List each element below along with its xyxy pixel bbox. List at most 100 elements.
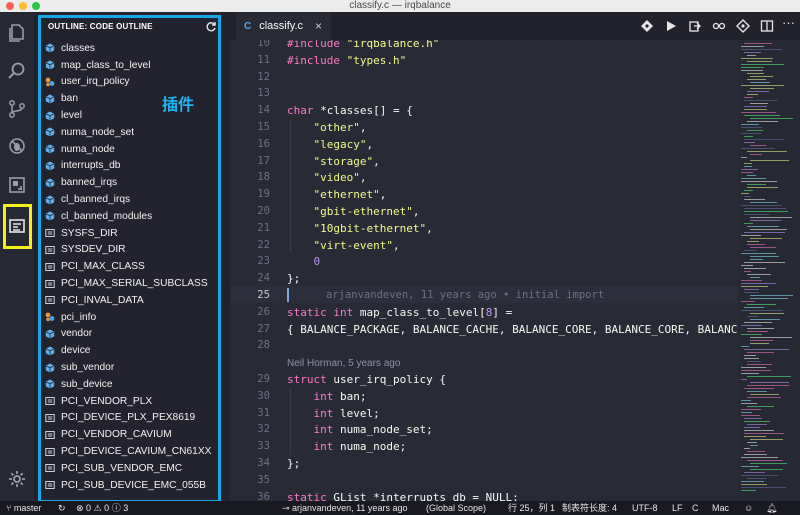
open-changes-icon[interactable] [688,19,702,33]
outline-item[interactable]: interrupts_db [45,158,215,175]
line-number: 17 [257,154,270,167]
minimap-line [750,394,779,395]
blame-status[interactable]: ⊸ arjanvandeven, 11 years ago [282,502,407,514]
scope-status[interactable]: (Global Scope) [426,502,486,514]
minimap-line [741,415,760,416]
outline-item[interactable]: pci_info [45,309,215,326]
run-icon[interactable] [664,19,678,33]
eol-status[interactable]: LF [672,502,683,514]
window-title: classify.c — irqbalance [349,0,451,11]
language-status[interactable]: C [692,502,699,514]
minimap-line [741,127,762,128]
minimap-line [744,190,753,191]
code-token: , [392,238,400,252]
feedback-icon[interactable]: ☺ [744,502,753,514]
minimap-line [741,367,766,368]
outline-item[interactable]: PCI_VENDOR_PLX [45,393,215,410]
minimap-line [744,211,788,212]
outline-item[interactable]: numa_node_set [45,124,215,141]
platform-status[interactable]: Mac [712,502,729,514]
debug-icon[interactable] [5,134,29,158]
outline-item[interactable]: SYSFS_DIR [45,225,215,242]
outline-item[interactable]: banned_irqs [45,174,215,191]
gear-icon[interactable] [5,467,29,491]
constant-icon [45,413,55,423]
outline-item[interactable]: PCI_INVAL_DATA [45,292,215,309]
source-control-icon[interactable] [5,97,29,121]
constant-icon [45,295,55,305]
sync-icon[interactable]: ↻ [58,502,66,514]
git-lens-icon[interactable] [736,19,750,33]
outline-item[interactable]: PCI_MAX_CLASS [45,258,215,275]
explorer-icon[interactable] [5,21,29,45]
close-icon[interactable]: × [315,19,322,33]
more-actions-icon[interactable]: ··· [782,15,796,30]
outline-item[interactable]: sub_vendor [45,359,215,376]
search-icon[interactable] [5,59,29,83]
outline-item[interactable]: PCI_DEVICE_CAVIUM_CN61XX [45,443,215,460]
minimap-line [744,436,766,437]
tab-size-status[interactable]: 制表符长度: 4 [562,502,617,514]
code-line: 0 [287,255,321,268]
code-token: "storage" [313,154,374,168]
outline-item[interactable]: classes [45,40,215,57]
minimap-line [747,244,765,245]
branch-status[interactable]: ⑂ master [6,502,41,514]
outline-item-label: banned_irqs [61,177,118,189]
git-compare-icon[interactable] [640,19,654,33]
constant-icon [45,480,55,490]
minimap-line [750,319,780,320]
minimap[interactable] [738,40,800,501]
extensions-icon[interactable] [5,173,29,197]
code-line: "gbit-ethernet", [287,205,420,218]
split-editor-icon[interactable] [760,19,774,33]
encoding-status[interactable]: UTF-8 [632,502,658,514]
minimap-line [744,52,761,53]
minimap-line [747,151,787,152]
minimap-line [741,346,749,347]
notifications-icon[interactable]: 🔔︎ [766,502,777,514]
minimap-line [750,145,766,146]
minimap-line [741,379,747,380]
tab-classify-c[interactable]: C classify.c × [236,12,331,40]
outline-item[interactable]: user_irq_policy [45,74,215,91]
outline-item[interactable]: cl_banned_irqs [45,191,215,208]
constant-icon [45,245,55,255]
compare-icon[interactable] [712,19,726,33]
refresh-icon[interactable] [205,21,217,33]
minimap-line [741,205,782,206]
minimap-line [750,439,783,440]
outline-item[interactable]: SYSDEV_DIR [45,242,215,259]
minimap-line [741,70,763,71]
outline-item[interactable]: device [45,342,215,359]
outline-item-label: PCI_MAX_CLASS [61,261,145,273]
variable-icon [45,195,55,205]
code-token: int [313,406,340,420]
minimap-line [747,61,772,62]
outline-item[interactable]: PCI_VENDOR_CAVIUM [45,426,215,443]
code-editor[interactable]: 10 #include "irqbalance.h" 11 #include "typ… [230,40,738,501]
problems-status[interactable]: ⊗ 0 ⚠ 0 ⓘ 3 [76,502,128,514]
outline-item[interactable]: PCI_SUB_DEVICE_EMC_055B [45,477,215,494]
code-token: static int [287,305,360,319]
outline-item[interactable]: PCI_DEVICE_PLX_PEX8619 [45,410,215,427]
line-number: 33 [257,440,270,453]
outline-item[interactable]: PCI_MAX_SERIAL_SUBCLASS [45,275,215,292]
outline-item[interactable]: numa_node [45,141,215,158]
outline-item[interactable]: map_class_to_level [45,57,215,74]
code-token: "gbit-ethernet" [313,205,413,218]
outline-item[interactable]: vendor [45,326,215,343]
minimap-line [741,310,783,311]
minimap-line [747,91,769,92]
field-icon [45,127,55,137]
line-number: 14 [257,104,270,117]
outline-item[interactable]: cl_banned_modules [45,208,215,225]
outline-item[interactable]: sub_device [45,376,215,393]
outline-header: OUTLINE: CODE OUTLINE [48,22,153,31]
code-token: numa_node_set; [340,423,433,437]
outline-item[interactable]: PCI_SUB_VENDOR_EMC [45,460,215,477]
codelens-author[interactable]: Neil Horman, 5 years ago [287,358,400,369]
cursor-position[interactable]: 行 25，列 1 [508,502,555,514]
code-token: ban; [340,389,367,403]
